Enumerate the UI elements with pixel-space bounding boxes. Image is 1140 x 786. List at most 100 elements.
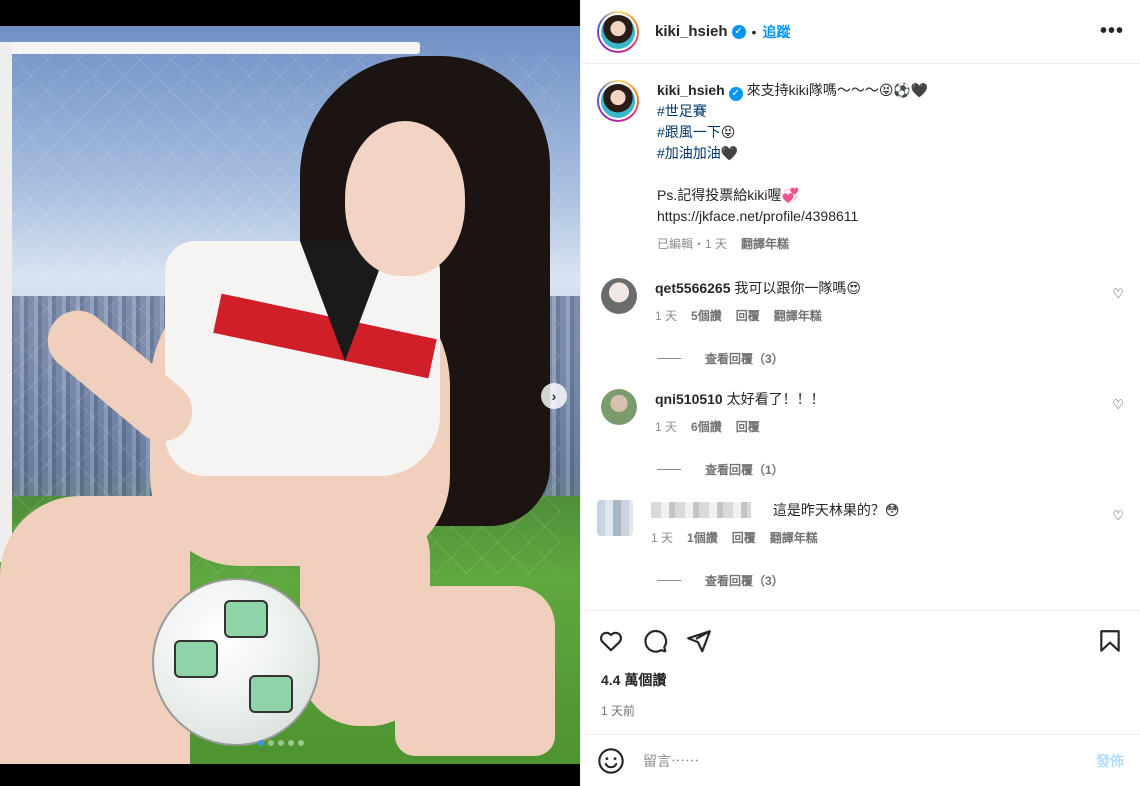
author-username[interactable]: kiki_hsieh bbox=[655, 23, 728, 40]
emoji-picker-button[interactable] bbox=[597, 747, 625, 775]
carousel-dot bbox=[258, 740, 264, 746]
more-options-icon[interactable]: ••• bbox=[1100, 20, 1124, 43]
translate-button[interactable]: 翻譯年糕 bbox=[770, 529, 818, 546]
like-comment-heart-icon[interactable]: ♡ bbox=[1112, 508, 1124, 524]
comment-input[interactable] bbox=[643, 752, 1096, 769]
carousel-next-button[interactable]: › bbox=[541, 383, 567, 409]
post-photo[interactable] bbox=[0, 26, 580, 764]
comment-body: qni510510 太好看了！！！ 1 天 6個讚 回覆 bbox=[655, 389, 1124, 435]
reply-button[interactable]: 回覆 bbox=[736, 418, 760, 435]
comment-content: 太好看了！！！ bbox=[726, 391, 825, 407]
comment-text: qni510510 太好看了！！！ bbox=[655, 389, 1124, 410]
post-comment-button[interactable]: 發佈 bbox=[1096, 751, 1124, 771]
commenter-avatar-blurred[interactable] bbox=[597, 500, 633, 536]
commenter-username[interactable]: qet5566265 bbox=[655, 280, 731, 296]
smiley-icon bbox=[598, 747, 624, 774]
carousel-dots bbox=[258, 740, 304, 746]
bookmark-icon bbox=[1100, 629, 1120, 652]
comment-body: qet5566265 我可以跟你一隊嗎😍 1 天 5個讚 回覆 翻譯年糕 bbox=[655, 278, 1124, 324]
view-replies-button[interactable]: 查看回覆（1） bbox=[657, 461, 1124, 478]
ball-patch bbox=[224, 600, 268, 638]
caption-meta: 已編輯・1 天 翻譯年糕 bbox=[657, 235, 1124, 252]
translate-button[interactable]: 翻譯年糕 bbox=[741, 235, 789, 252]
post-actions bbox=[581, 610, 1140, 670]
emoji: 😝 bbox=[720, 124, 736, 140]
verified-badge-icon: ✓ bbox=[731, 24, 746, 39]
replies-line bbox=[657, 358, 681, 359]
post-header: kiki_hsieh ✓ • 追蹤 ••• bbox=[581, 0, 1140, 64]
commenter-username[interactable]: qni510510 bbox=[655, 391, 723, 407]
hashtag-link[interactable]: #跟風一下 bbox=[657, 124, 721, 140]
caption-body: kiki_hsieh ✓ 來支持kiki隊嗎～～～😝⚽️🖤 #世足賽 #跟風一下😝… bbox=[657, 80, 1124, 252]
carousel-dot bbox=[298, 740, 304, 746]
caption: kiki_hsieh ✓ 來支持kiki隊嗎～～～😝⚽️🖤 #世足賽 #跟風一下😝… bbox=[597, 80, 1124, 252]
comment-time: 1 天 bbox=[655, 309, 678, 323]
view-replies-label: 查看回覆（3） bbox=[705, 574, 784, 588]
heart-icon bbox=[600, 631, 622, 651]
comment-meta: 1 天 6個讚 回覆 bbox=[655, 418, 1124, 435]
post-date: 1 天前 bbox=[601, 704, 636, 718]
comment-likes[interactable]: 6個讚 bbox=[691, 418, 722, 435]
comment-likes[interactable]: 1個讚 bbox=[687, 529, 718, 546]
share-button[interactable] bbox=[685, 627, 713, 655]
caption-line: Ps.記得投票給kiki喔💞 bbox=[657, 187, 799, 203]
comment-time: 1 天 bbox=[651, 531, 674, 545]
comment-text: 這是昨天林果的？😳 bbox=[651, 500, 1124, 521]
comment-composer: 發佈 bbox=[581, 734, 1140, 786]
edited-time: 已編輯・1 天 bbox=[657, 237, 728, 251]
goal-crossbar bbox=[0, 42, 420, 54]
caption-username[interactable]: kiki_hsieh bbox=[657, 82, 725, 98]
comment-meta: 1 天 5個讚 回覆 翻譯年糕 bbox=[655, 307, 1124, 324]
comments-list[interactable]: kiki_hsieh ✓ 來支持kiki隊嗎～～～😝⚽️🖤 #世足賽 #跟風一下😝… bbox=[581, 64, 1140, 610]
like-comment-heart-icon[interactable]: ♡ bbox=[1112, 397, 1124, 413]
comment-meta: 1 天 1個讚 回覆 翻譯年糕 bbox=[651, 529, 1124, 546]
verified-badge-icon: ✓ bbox=[728, 87, 743, 101]
post-side-panel: kiki_hsieh ✓ • 追蹤 ••• kiki_hsieh ✓ 來支持kik… bbox=[580, 0, 1140, 786]
commenter-avatar[interactable] bbox=[601, 389, 637, 425]
view-replies-button[interactable]: 查看回覆（3） bbox=[657, 572, 1124, 589]
commenter-username-blurred[interactable] bbox=[651, 502, 751, 518]
reply-button[interactable]: 回覆 bbox=[736, 307, 760, 324]
view-replies-label: 查看回覆（3） bbox=[705, 352, 784, 366]
comment-likes[interactable]: 5個讚 bbox=[691, 307, 722, 324]
replies-line bbox=[657, 580, 681, 581]
comment-content: 這是昨天林果的？😳 bbox=[772, 502, 900, 518]
hashtag-link[interactable]: #世足賽 bbox=[657, 103, 707, 119]
replies-line bbox=[657, 469, 681, 470]
hashtag-link[interactable]: #加油加油 bbox=[657, 145, 721, 161]
ball-patch bbox=[174, 640, 218, 678]
save-button[interactable] bbox=[1096, 627, 1124, 655]
commenter-avatar[interactable] bbox=[601, 278, 637, 314]
emoji: 🖤 bbox=[720, 145, 739, 161]
comment-button[interactable] bbox=[641, 627, 669, 655]
figure-face bbox=[345, 121, 465, 276]
comment-body: 這是昨天林果的？😳 1 天 1個讚 回覆 翻譯年糕 bbox=[651, 500, 1124, 546]
translate-button[interactable]: 翻譯年糕 bbox=[774, 307, 822, 324]
goal-post bbox=[0, 42, 12, 562]
caption-text: kiki_hsieh ✓ 來支持kiki隊嗎～～～😝⚽️🖤 #世足賽 #跟風一下😝… bbox=[657, 80, 1124, 227]
separator-dot: • bbox=[751, 23, 757, 40]
post-viewer: › kiki_hsieh ✓ • 追蹤 ••• kiki_hsieh ✓ 來支持… bbox=[0, 0, 1140, 786]
chevron-right-icon: › bbox=[551, 388, 557, 404]
caption-link[interactable]: https://jkface.net/profile/4398611 bbox=[657, 208, 858, 224]
comment-text: qet5566265 我可以跟你一隊嗎😍 bbox=[655, 278, 1124, 299]
like-comment-heart-icon[interactable]: ♡ bbox=[1112, 286, 1124, 302]
comment-item: qni510510 太好看了！！！ 1 天 6個讚 回覆 ♡ bbox=[597, 389, 1124, 435]
comment-item: qet5566265 我可以跟你一隊嗎😍 1 天 5個讚 回覆 翻譯年糕 ♡ bbox=[597, 278, 1124, 324]
ball-patch bbox=[249, 675, 293, 713]
caption-line: 來支持kiki隊嗎～～～😝⚽️🖤 bbox=[746, 82, 929, 98]
comment-content: 我可以跟你一隊嗎😍 bbox=[734, 280, 862, 296]
avatar-image bbox=[599, 82, 637, 120]
view-replies-button[interactable]: 查看回覆（3） bbox=[657, 350, 1124, 367]
comment-bubble-icon bbox=[644, 629, 668, 653]
like-button[interactable] bbox=[597, 627, 625, 655]
paper-plane-icon bbox=[687, 629, 711, 652]
likes-count[interactable]: 4.4 萬個讚 bbox=[581, 670, 1140, 690]
post-media: › bbox=[0, 0, 580, 786]
follow-button[interactable]: 追蹤 bbox=[762, 22, 790, 42]
author-avatar[interactable] bbox=[597, 10, 639, 53]
carousel-dot bbox=[278, 740, 284, 746]
carousel-dot bbox=[268, 740, 274, 746]
reply-button[interactable]: 回覆 bbox=[732, 529, 756, 546]
author-avatar[interactable] bbox=[597, 80, 639, 122]
